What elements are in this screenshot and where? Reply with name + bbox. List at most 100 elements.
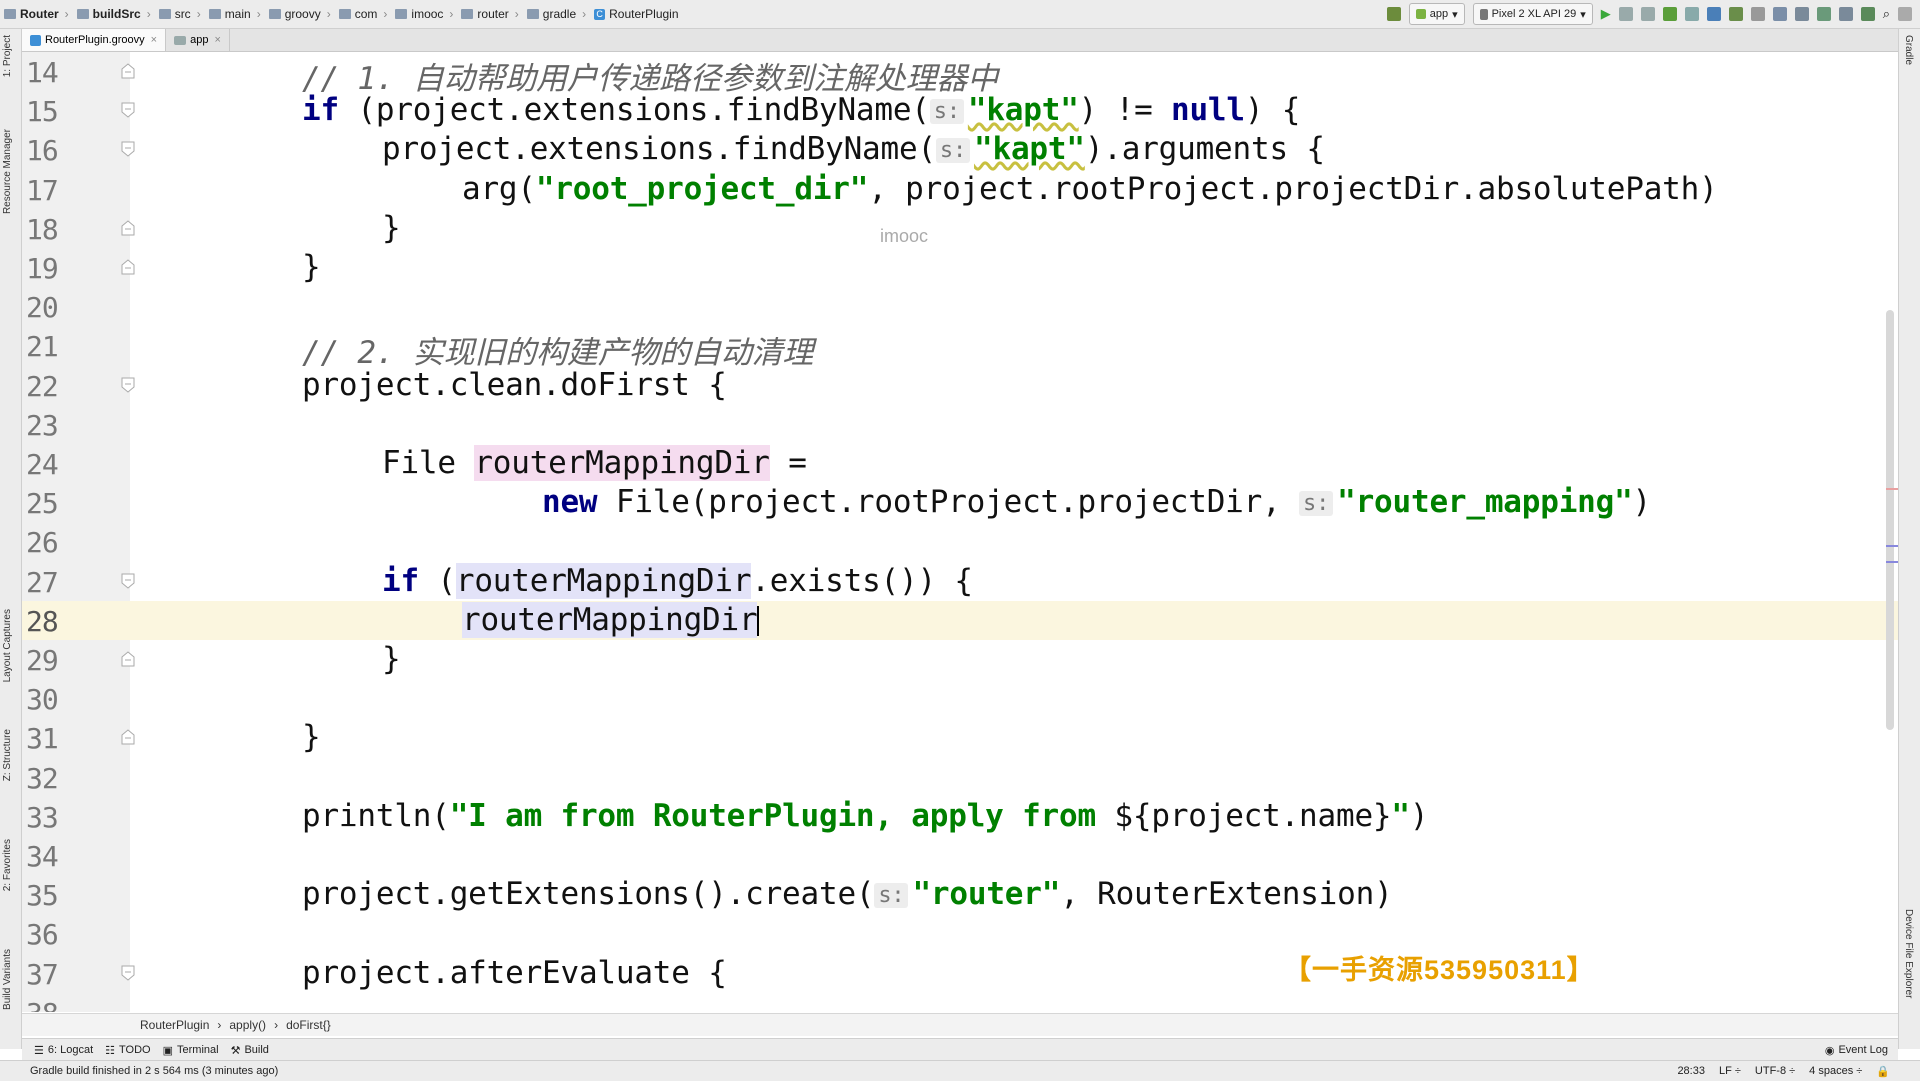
code-line[interactable]: 27 if (routerMappingDir.exists()) { bbox=[22, 562, 1898, 601]
stop-icon[interactable] bbox=[1750, 7, 1765, 21]
tab-app[interactable]: app × bbox=[166, 29, 230, 51]
code-text: if (routerMappingDir.exists()) { bbox=[382, 562, 973, 599]
code-line[interactable]: 22 project.clean.doFirst { bbox=[22, 366, 1898, 405]
device-select[interactable]: Pixel 2 XL API 29 ▾ bbox=[1472, 3, 1593, 25]
code-line[interactable]: 38 bbox=[22, 993, 1898, 1012]
breadcrumb-item[interactable]: router › bbox=[457, 7, 522, 21]
sync-icon[interactable] bbox=[1772, 7, 1787, 21]
code-line[interactable]: 19} bbox=[22, 248, 1898, 287]
build-variants-tab[interactable]: Build Variants bbox=[2, 949, 13, 1010]
line-number: 16 bbox=[26, 134, 59, 168]
resource-manager-tab[interactable]: Resource Manager bbox=[2, 129, 13, 214]
breadcrumb-item[interactable]: C RouterPlugin bbox=[590, 7, 682, 21]
run-config-select[interactable]: app ▾ bbox=[1408, 3, 1465, 25]
vertical-scrollbar[interactable] bbox=[1886, 310, 1894, 730]
fold-end-icon[interactable] bbox=[120, 650, 136, 668]
indent-setting[interactable]: 4 spaces ÷ bbox=[1809, 1065, 1862, 1078]
error-stripe-mark[interactable] bbox=[1886, 561, 1898, 563]
device-file-explorer-tab[interactable]: Device File Explorer bbox=[1903, 909, 1914, 998]
fold-end-icon[interactable] bbox=[120, 258, 136, 276]
breadcrumb-item[interactable]: Router › bbox=[0, 7, 73, 21]
apply-code-icon[interactable] bbox=[1640, 7, 1655, 21]
breadcrumb-item[interactable]: main › bbox=[205, 7, 265, 21]
code-line[interactable]: 20 bbox=[22, 287, 1898, 326]
event-log-button[interactable]: ◉ Event Log bbox=[1825, 1044, 1888, 1057]
project-panel-tab[interactable]: 1: Project bbox=[2, 35, 13, 77]
code-line[interactable]: 32 bbox=[22, 758, 1898, 797]
fold-end-icon[interactable] bbox=[120, 62, 136, 80]
code-line[interactable]: 30 bbox=[22, 679, 1898, 718]
lock-icon[interactable]: 🔒 bbox=[1876, 1065, 1890, 1078]
fold-start-icon[interactable] bbox=[120, 376, 136, 394]
code-line[interactable]: 16 project.extensions.findByName(s: "kapt"… bbox=[22, 130, 1898, 169]
breadcrumb-item[interactable]: src › bbox=[155, 7, 205, 21]
favorites-tab[interactable]: 2: Favorites bbox=[2, 839, 13, 891]
search-icon[interactable]: ⌕ bbox=[1883, 6, 1890, 22]
gradle-tab[interactable]: Gradle bbox=[1903, 35, 1914, 65]
fold-start-icon[interactable] bbox=[120, 101, 136, 119]
fold-end-icon[interactable] bbox=[120, 728, 136, 746]
tab-routerplugin[interactable]: RouterPlugin.groovy × bbox=[22, 29, 167, 51]
code-line[interactable]: 29} bbox=[22, 640, 1898, 679]
code-token: println( bbox=[302, 797, 450, 834]
structure-tab[interactable]: Z: Structure bbox=[2, 729, 13, 781]
profile-icon[interactable] bbox=[1706, 7, 1721, 21]
line-number: 23 bbox=[26, 408, 59, 442]
code-line[interactable]: 34 bbox=[22, 836, 1898, 875]
code-line[interactable]: 31} bbox=[22, 718, 1898, 757]
code-line[interactable]: 33 println("I am from RouterPlugin, apply… bbox=[22, 797, 1898, 836]
fold-start-icon[interactable] bbox=[120, 140, 136, 158]
code-line[interactable]: 26 bbox=[22, 522, 1898, 561]
code-editor[interactable]: 14// 1. 自动帮助用户传递路径参数到注解处理器中 15 if (project… bbox=[22, 52, 1898, 1012]
code-line[interactable]: 25 new File(project.rootProject.projectDi… bbox=[22, 483, 1898, 522]
code-line[interactable]: 14// 1. 自动帮助用户传递路径参数到注解处理器中 bbox=[22, 52, 1898, 97]
build-button[interactable]: ⚒ Build bbox=[231, 1044, 269, 1057]
hammer-icon[interactable] bbox=[1386, 7, 1401, 21]
code-token: , project.rootProject.projectDir.absolut… bbox=[868, 170, 1718, 207]
code-line[interactable]: 17 arg("root_project_dir", project.rootPr… bbox=[22, 170, 1898, 209]
breadcrumb-item[interactable]: imooc › bbox=[391, 7, 457, 21]
fold-end-icon[interactable] bbox=[120, 219, 136, 237]
debug-icon[interactable] bbox=[1662, 7, 1677, 21]
code-line[interactable]: 23 bbox=[22, 405, 1898, 444]
code-line[interactable]: 18} bbox=[22, 209, 1898, 248]
breadcrumb-item[interactable]: gradle › bbox=[523, 7, 590, 21]
code-crumb-class[interactable]: RouterPlugin bbox=[140, 1018, 209, 1032]
device-manager-icon[interactable] bbox=[1860, 7, 1875, 21]
line-separator[interactable]: LF ÷ bbox=[1719, 1065, 1741, 1078]
status-message[interactable]: Gradle build finished in 2 s 564 ms (3 m… bbox=[30, 1065, 278, 1077]
code-line[interactable]: 28 routerMappingDir bbox=[22, 600, 1898, 640]
run-icon[interactable]: ▶ bbox=[1601, 6, 1611, 22]
close-icon[interactable]: × bbox=[151, 34, 157, 46]
terminal-button[interactable]: ▣ Terminal bbox=[163, 1044, 219, 1057]
close-icon[interactable]: × bbox=[214, 34, 220, 46]
breadcrumb-item[interactable]: groovy › bbox=[265, 7, 335, 21]
attach-debugger-icon[interactable] bbox=[1728, 7, 1743, 21]
fold-start-icon[interactable] bbox=[120, 964, 136, 982]
code-line[interactable]: 15 if (project.extensions.findByName(s: "k… bbox=[22, 91, 1898, 130]
coverage-icon[interactable] bbox=[1684, 7, 1699, 21]
code-line[interactable]: 36 bbox=[22, 914, 1898, 953]
layout-captures-tab[interactable]: Layout Captures bbox=[2, 609, 13, 682]
breadcrumb-item[interactable]: buildSrc › bbox=[73, 7, 155, 21]
code-line[interactable]: 37 project.afterEvaluate { bbox=[22, 954, 1898, 993]
hammer-icon: ⚒ bbox=[230, 1044, 241, 1057]
todo-button[interactable]: ☷ TODO bbox=[105, 1044, 150, 1057]
sdk-manager-icon[interactable] bbox=[1816, 7, 1831, 21]
settings-icon[interactable] bbox=[1898, 7, 1912, 21]
apply-changes-icon[interactable] bbox=[1618, 7, 1633, 21]
layout-inspector-icon[interactable] bbox=[1838, 7, 1853, 21]
code-line[interactable]: 35 project.getExtensions().create(s: "rout… bbox=[22, 875, 1898, 914]
file-encoding[interactable]: UTF-8 ÷ bbox=[1755, 1065, 1795, 1078]
avd-manager-icon[interactable] bbox=[1794, 7, 1809, 21]
error-stripe-mark[interactable] bbox=[1886, 488, 1898, 490]
code-line[interactable]: 24 File routerMappingDir = bbox=[22, 444, 1898, 483]
breadcrumb-item[interactable]: com › bbox=[335, 7, 392, 21]
logcat-button[interactable]: ☰ 6: Logcat bbox=[34, 1044, 93, 1057]
code-crumb-method[interactable]: apply() bbox=[229, 1018, 266, 1032]
error-stripe-mark[interactable] bbox=[1886, 545, 1898, 547]
code-crumb-closure[interactable]: doFirst{} bbox=[286, 1018, 331, 1032]
fold-start-icon[interactable] bbox=[120, 572, 136, 590]
code-line[interactable]: 21// 2. 实现旧的构建产物的自动清理 bbox=[22, 326, 1898, 371]
caret-position[interactable]: 28:33 bbox=[1677, 1065, 1705, 1078]
